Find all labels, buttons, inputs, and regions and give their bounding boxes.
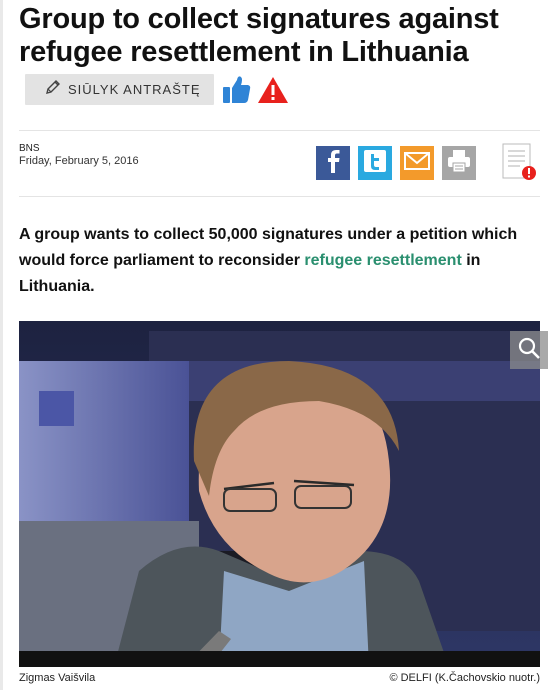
article-date: Friday, February 5, 2016 bbox=[19, 155, 139, 167]
facebook-share-button[interactable] bbox=[316, 146, 350, 180]
twitter-icon bbox=[358, 144, 392, 183]
refugee-resettlement-link[interactable]: refugee resettlement bbox=[304, 252, 461, 269]
photo-credit: © DELFI (K.Čachovskio nuotr.) bbox=[389, 672, 540, 684]
suggest-headline-label: SIŪLYK ANTRAŠTĘ bbox=[68, 82, 201, 97]
suggest-headline-button[interactable]: SIŪLYK ANTRAŠTĘ bbox=[25, 74, 214, 105]
warning-icon bbox=[257, 77, 289, 108]
report-error-icon bbox=[500, 142, 538, 187]
email-share-button[interactable] bbox=[400, 146, 434, 180]
article-lead: A group wants to collect 50,000 signatur… bbox=[19, 222, 540, 300]
header-divider bbox=[19, 130, 540, 131]
pencil-icon bbox=[45, 79, 61, 100]
article-source: BNS bbox=[19, 143, 40, 154]
print-icon bbox=[442, 144, 476, 183]
meta-divider bbox=[19, 196, 540, 197]
email-icon bbox=[400, 144, 434, 183]
photo-caption: Zigmas Vaišvila bbox=[19, 672, 96, 684]
article-photo[interactable] bbox=[19, 321, 540, 667]
print-button[interactable] bbox=[442, 146, 476, 180]
report-error-button[interactable] bbox=[500, 142, 538, 187]
facebook-icon bbox=[316, 144, 350, 183]
photo-zoom-button[interactable] bbox=[510, 331, 548, 369]
thumbs-up-icon bbox=[222, 76, 252, 109]
twitter-share-button[interactable] bbox=[358, 146, 392, 180]
page-left-edge bbox=[0, 0, 3, 690]
zoom-icon bbox=[517, 336, 541, 365]
report-button[interactable] bbox=[257, 76, 289, 104]
like-button[interactable] bbox=[222, 74, 252, 105]
article-title: Group to collect signatures against refu… bbox=[19, 3, 499, 68]
